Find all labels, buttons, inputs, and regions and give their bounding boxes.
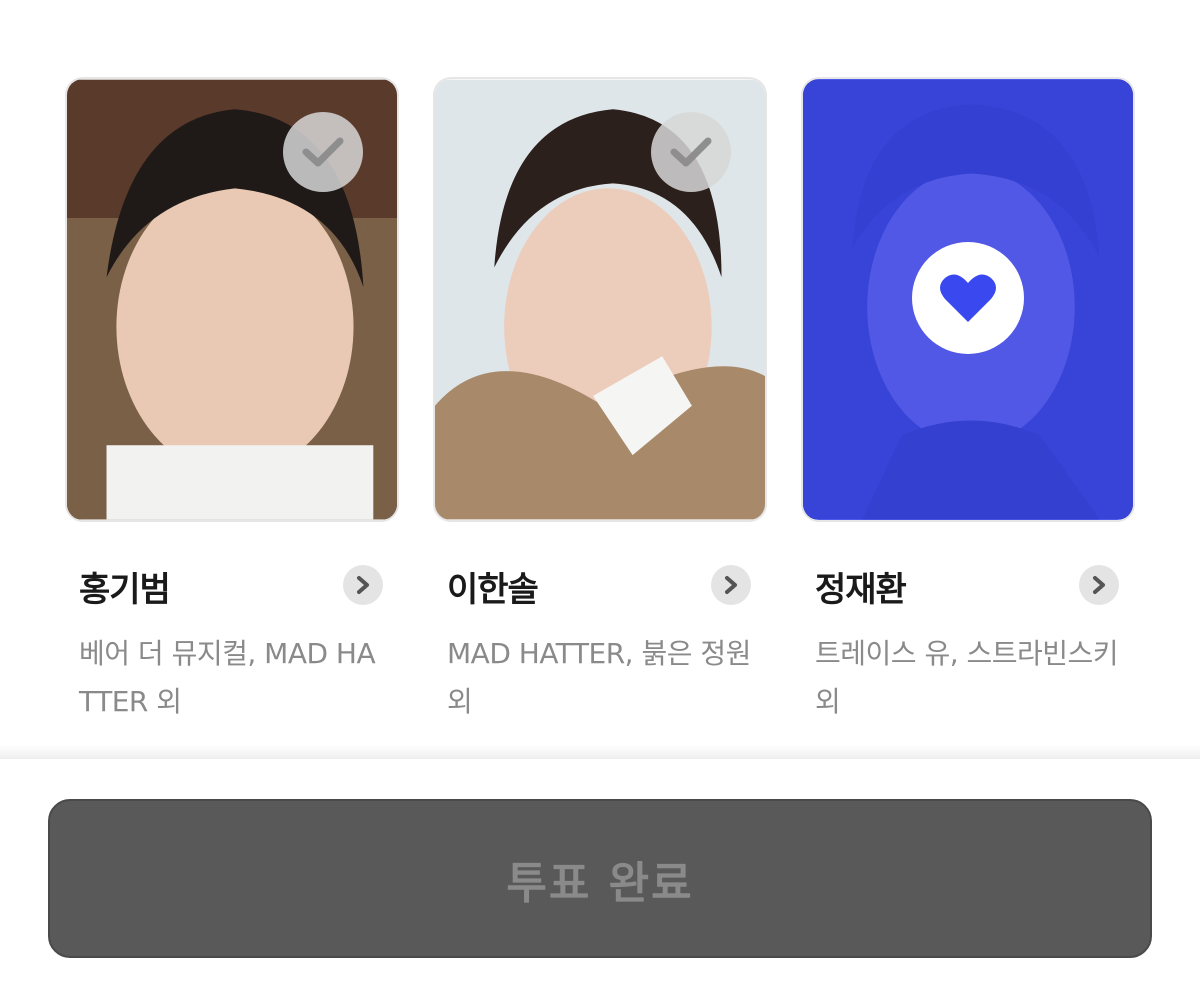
candidate-card[interactable]: 홍기범 베어 더 뮤지컬, MAD HATTER 외 xyxy=(65,77,399,726)
vote-check-button[interactable] xyxy=(283,112,363,192)
submit-vote-button[interactable]: 투표 완료 xyxy=(48,799,1152,958)
section-divider xyxy=(0,745,1200,759)
check-icon xyxy=(302,137,344,167)
submit-vote-label: 투표 완료 xyxy=(506,857,694,909)
candidate-photo[interactable] xyxy=(433,77,767,522)
chevron-right-icon xyxy=(1093,576,1105,594)
heart-icon xyxy=(940,274,996,322)
chevron-right-icon xyxy=(357,576,369,594)
candidate-detail-button[interactable] xyxy=(343,565,383,605)
candidate-card[interactable]: 이한솔 MAD HATTER, 붉은 정원 외 xyxy=(433,77,767,726)
candidate-photo[interactable] xyxy=(801,77,1135,522)
candidate-name: 홍기범 xyxy=(79,570,171,610)
candidate-name: 정재환 xyxy=(815,570,907,610)
chevron-right-icon xyxy=(725,576,737,594)
candidate-works: 베어 더 뮤지컬, MAD HATTER 외 xyxy=(79,637,376,718)
check-icon xyxy=(670,137,712,167)
candidate-photo[interactable] xyxy=(65,77,399,522)
candidate-detail-button[interactable] xyxy=(1079,565,1119,605)
candidate-works: MAD HATTER, 붉은 정원 외 xyxy=(447,637,751,718)
vote-heart-button[interactable] xyxy=(912,242,1024,354)
candidate-detail-button[interactable] xyxy=(711,565,751,605)
candidate-works: 트레이스 유, 스트라빈스키 외 xyxy=(815,637,1119,718)
candidate-name: 이한솔 xyxy=(447,570,539,610)
candidate-list: 홍기범 베어 더 뮤지컬, MAD HATTER 외 이한솔 MAD HATTE… xyxy=(0,0,1200,745)
vote-check-button[interactable] xyxy=(651,112,731,192)
candidate-card[interactable]: 정재환 트레이스 유, 스트라빈스키 외 xyxy=(801,77,1135,726)
